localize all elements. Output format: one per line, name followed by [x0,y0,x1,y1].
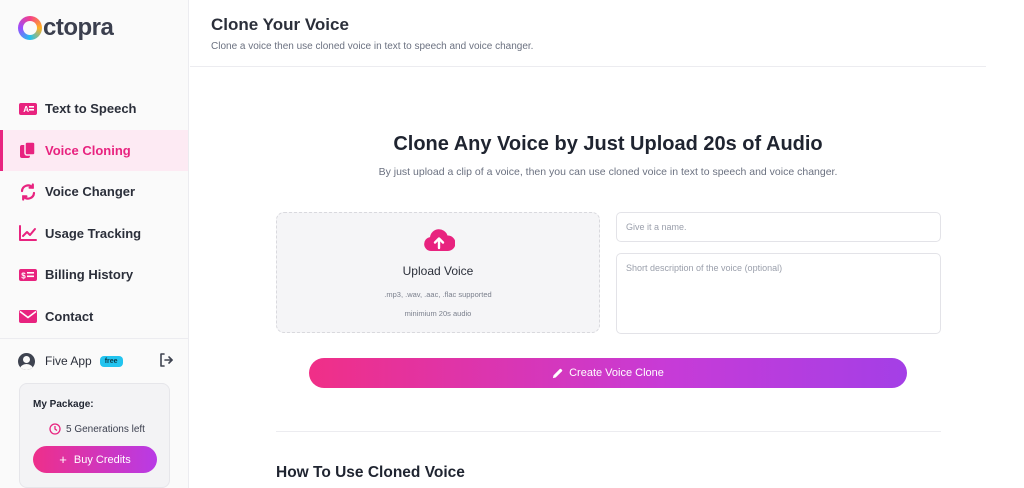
sidebar-item-label: Billing History [45,267,134,283]
package-card: My Package: 5 Generations left + Buy Cre… [19,383,170,488]
upload-label: Upload Voice [402,264,474,278]
user-row: Five App free [18,350,178,372]
sidebar-item-billing-history[interactable]: $ Billing History [0,254,188,296]
svg-text:$: $ [21,271,26,280]
logout-icon[interactable] [158,352,174,368]
upload-dropzone[interactable]: Upload Voice .mp3, .wav, .aac, .flac sup… [276,212,600,333]
page-header: Clone Your Voice Clone a voice then use … [190,0,986,67]
voice-description-input[interactable] [616,253,941,334]
app-logo[interactable]: ctopra [18,14,114,42]
sidebar: ctopra A Text to Speech Voice Cloning Vo… [0,0,189,488]
sidebar-item-contact[interactable]: Contact [0,296,188,338]
package-title: My Package: [33,399,94,410]
buy-credits-button[interactable]: + Buy Credits [33,446,157,473]
upload-minimum: minimium 20s audio [404,309,472,318]
page-title: Clone Your Voice [211,15,349,34]
plan-badge: free [99,355,123,367]
sidebar-item-label: Text to Speech [45,101,137,117]
sidebar-item-label: Voice Cloning [45,142,131,158]
user-name: Five App [45,354,92,368]
svg-text:A: A [23,105,29,114]
plus-icon: + [59,452,67,467]
sidebar-item-voice-changer[interactable]: Voice Changer [0,171,188,213]
logo-text: ctopra [43,14,114,41]
buy-credits-label: Buy Credits [73,453,131,466]
page-subtitle: Clone a voice then use cloned voice in t… [211,41,534,52]
hero-title: Clone Any Voice by Just Upload 20s of Au… [393,133,823,155]
create-voice-clone-label: Create Voice Clone [569,367,664,379]
sidebar-item-label: Contact [45,308,94,324]
avatar[interactable] [18,352,35,370]
logo-icon [18,16,42,40]
hero-subtitle: By just upload a clip of a voice, then y… [378,166,838,178]
voice-name-input[interactable] [616,212,941,242]
text-to-speech-icon: A [18,99,38,119]
cloud-upload-icon [424,229,455,251]
billing-icon: $ [18,265,38,285]
chart-line-icon [18,223,38,243]
sidebar-item-usage-tracking[interactable]: Usage Tracking [0,213,188,255]
section-divider [276,431,941,432]
refresh-icon [18,182,38,202]
generations-left: 5 Generations left [49,423,145,435]
sidebar-item-text-to-speech[interactable]: A Text to Speech [0,88,188,130]
sidebar-nav: A Text to Speech Voice Cloning Voice Cha… [0,88,188,337]
upload-formats: .mp3, .wav, .aac, .flac supported [384,290,492,299]
sidebar-divider [0,338,188,339]
sidebar-item-label: Voice Changer [45,184,136,200]
clock-icon [49,423,61,435]
sidebar-item-label: Usage Tracking [45,225,142,241]
create-voice-clone-button[interactable]: Create Voice Clone [309,358,907,388]
generations-left-text: 5 Generations left [66,423,145,435]
pencil-icon [553,368,563,378]
sidebar-item-voice-cloning[interactable]: Voice Cloning [0,129,188,171]
copy-icon [18,140,38,160]
envelope-icon [18,306,38,326]
howto-title: How To Use Cloned Voice [276,464,465,481]
